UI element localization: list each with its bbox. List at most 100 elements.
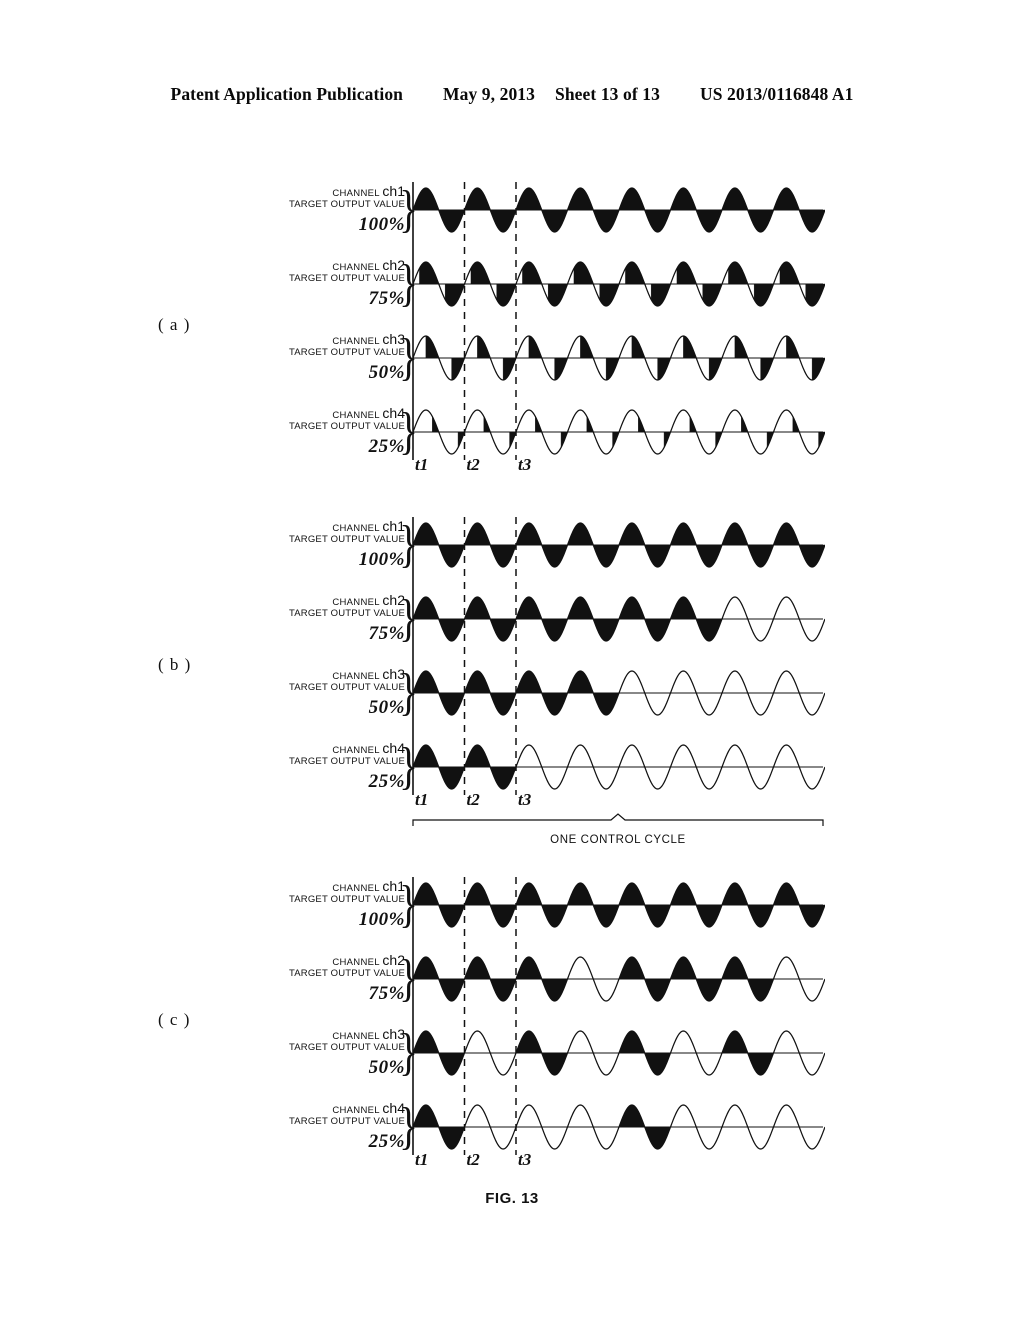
channel-label-group-ch2: CHANNEL ch2 TARGET OUTPUT VALUE 75%} <box>215 952 418 1015</box>
channel-label-group-ch3: CHANNEL ch3 TARGET OUTPUT VALUE 50%} <box>215 666 418 729</box>
channel-name-line: CHANNEL ch4 <box>215 1100 405 1116</box>
channel-word: CHANNEL <box>332 597 383 608</box>
channel-name-line: CHANNEL ch1 <box>215 183 405 199</box>
target-output-percent: 75% <box>368 622 405 644</box>
conduction-fill <box>670 522 723 568</box>
figure-13: ( a ) CHANNEL ch1 TARGET OUTPUT VALUE 100%… <box>0 150 1024 1320</box>
conduction-fill <box>464 670 517 716</box>
channel-label-group-ch1: CHANNEL ch1 TARGET OUTPUT VALUE 100%} <box>215 518 418 581</box>
conduction-fill <box>670 187 723 233</box>
conduction-fill <box>412 1104 465 1150</box>
conduction-fill <box>670 596 723 642</box>
target-output-percent: 50% <box>368 1056 405 1078</box>
target-output-value-label: TARGET OUTPUT VALUE <box>288 756 405 768</box>
conduction-fill <box>515 1030 568 1076</box>
time-marker-label-t3: t3 <box>518 790 532 809</box>
time-marker-label-t2: t2 <box>467 455 481 474</box>
conduction-fill <box>618 187 671 233</box>
channel-label-group-ch4: CHANNEL ch4 TARGET OUTPUT VALUE 25%} <box>215 405 418 468</box>
target-output-percent: 75% <box>368 287 405 309</box>
conduction-fill <box>670 956 723 1002</box>
target-output-value-label: TARGET OUTPUT VALUE <box>288 273 405 285</box>
waveform-trace-ch1 <box>412 522 825 568</box>
panel-a-plot: t1 t2 t3 <box>405 180 905 492</box>
target-output-percent: 50% <box>368 361 405 383</box>
channel-word: CHANNEL <box>332 1105 383 1116</box>
figure-caption: FIG. 13 <box>485 1190 539 1207</box>
channel-name-line: CHANNEL ch4 <box>215 740 405 756</box>
channel-name-line: CHANNEL ch3 <box>215 666 405 682</box>
target-output-percent: 100% <box>358 548 405 570</box>
publication-header: Patent Application Publication May 9, 20… <box>0 84 1024 110</box>
panel-a: ( a ) CHANNEL ch1 TARGET OUTPUT VALUE 100%… <box>120 180 920 490</box>
target-output-percent: 100% <box>358 908 405 930</box>
sheet-number: Sheet 13 of 13 <box>555 84 660 104</box>
panel-b-letter: ( b ) <box>158 655 192 674</box>
control-cycle-bracket <box>412 813 824 826</box>
conduction-fill <box>412 1030 465 1076</box>
conduction-fill <box>567 522 620 568</box>
target-output-percent: 50% <box>368 696 405 718</box>
waveform-trace-ch1 <box>412 882 825 928</box>
waveform-trace-ch3 <box>412 335 825 381</box>
channel-label-group-ch3: CHANNEL ch3 TARGET OUTPUT VALUE 50%} <box>215 331 418 394</box>
channel-word: CHANNEL <box>332 745 383 756</box>
panel-c: ( c ) CHANNEL ch1 TARGET OUTPUT VALUE 100%… <box>120 875 920 1185</box>
waveform-trace-ch2 <box>412 956 825 1002</box>
conduction-fill <box>464 882 517 928</box>
panel-b-plot: t1 t2 t3 ONE CONTROL CYCLE <box>405 515 905 853</box>
channel-word: CHANNEL <box>332 883 383 894</box>
target-output-value-label: TARGET OUTPUT VALUE <box>288 347 405 359</box>
channel-word: CHANNEL <box>332 262 383 273</box>
channel-label-group-ch4: CHANNEL ch4 TARGET OUTPUT VALUE 25%} <box>215 1100 418 1163</box>
target-output-value-label: TARGET OUTPUT VALUE <box>288 1042 405 1054</box>
waveform-trace-ch2 <box>412 261 825 307</box>
panel-a-letter: ( a ) <box>158 315 191 334</box>
conduction-fill <box>464 522 517 568</box>
channel-label-group-ch1: CHANNEL ch1 TARGET OUTPUT VALUE 100%} <box>215 183 418 246</box>
conduction-fill <box>773 187 825 233</box>
waveform-chart-panel-b: t1 t2 t3 ONE CONTROL CYCLE <box>412 517 825 846</box>
conduction-fill <box>618 522 671 568</box>
conduction-fill <box>618 1104 671 1150</box>
target-output-value-label: TARGET OUTPUT VALUE <box>288 968 405 980</box>
conduction-fill <box>721 882 774 928</box>
channel-name-line: CHANNEL ch3 <box>215 1026 405 1042</box>
conduction-fill <box>515 187 568 233</box>
time-marker-label-t2: t2 <box>467 1150 481 1169</box>
conduction-fill <box>567 596 620 642</box>
conduction-fill <box>721 522 774 568</box>
target-output-percent: 25% <box>368 435 405 457</box>
channel-name-line: CHANNEL ch2 <box>215 952 405 968</box>
channel-name-line: CHANNEL ch1 <box>215 878 405 894</box>
publication-number: US 2013/0116848 A1 <box>699 84 854 104</box>
channel-name-line: CHANNEL ch2 <box>215 592 405 608</box>
conduction-fill <box>618 1030 671 1076</box>
channel-label-group-ch3: CHANNEL ch3 TARGET OUTPUT VALUE 50%} <box>215 1026 418 1089</box>
channel-label-group-ch1: CHANNEL ch1 TARGET OUTPUT VALUE 100%} <box>215 878 418 941</box>
conduction-fill <box>464 187 517 233</box>
conduction-fill <box>464 744 517 790</box>
conduction-fill <box>412 744 465 790</box>
target-output-value-label: TARGET OUTPUT VALUE <box>288 682 405 694</box>
conduction-fill <box>721 1030 774 1076</box>
conduction-fill <box>515 956 568 1002</box>
publication-title: Patent Application Publication <box>170 84 404 104</box>
conduction-fill <box>721 956 774 1002</box>
conduction-fill <box>412 522 465 568</box>
channel-word: CHANNEL <box>332 671 383 682</box>
conduction-fill <box>412 187 465 233</box>
target-output-value-label: TARGET OUTPUT VALUE <box>288 534 405 546</box>
conduction-fill <box>773 522 825 568</box>
waveform-chart-panel-a: t1 t2 t3 <box>412 182 825 474</box>
target-output-percent: 25% <box>368 770 405 792</box>
waveform-chart-panel-c: t1 t2 t3 <box>412 877 825 1169</box>
channel-word: CHANNEL <box>332 336 383 347</box>
time-marker-label-t1: t1 <box>415 455 428 474</box>
conduction-fill <box>515 882 568 928</box>
channel-label-group-ch4: CHANNEL ch4 TARGET OUTPUT VALUE 25%} <box>215 740 418 803</box>
channel-word: CHANNEL <box>332 957 383 968</box>
conduction-fill <box>515 522 568 568</box>
channel-label-group-ch2: CHANNEL ch2 TARGET OUTPUT VALUE 75%} <box>215 592 418 655</box>
channel-word: CHANNEL <box>332 523 383 534</box>
